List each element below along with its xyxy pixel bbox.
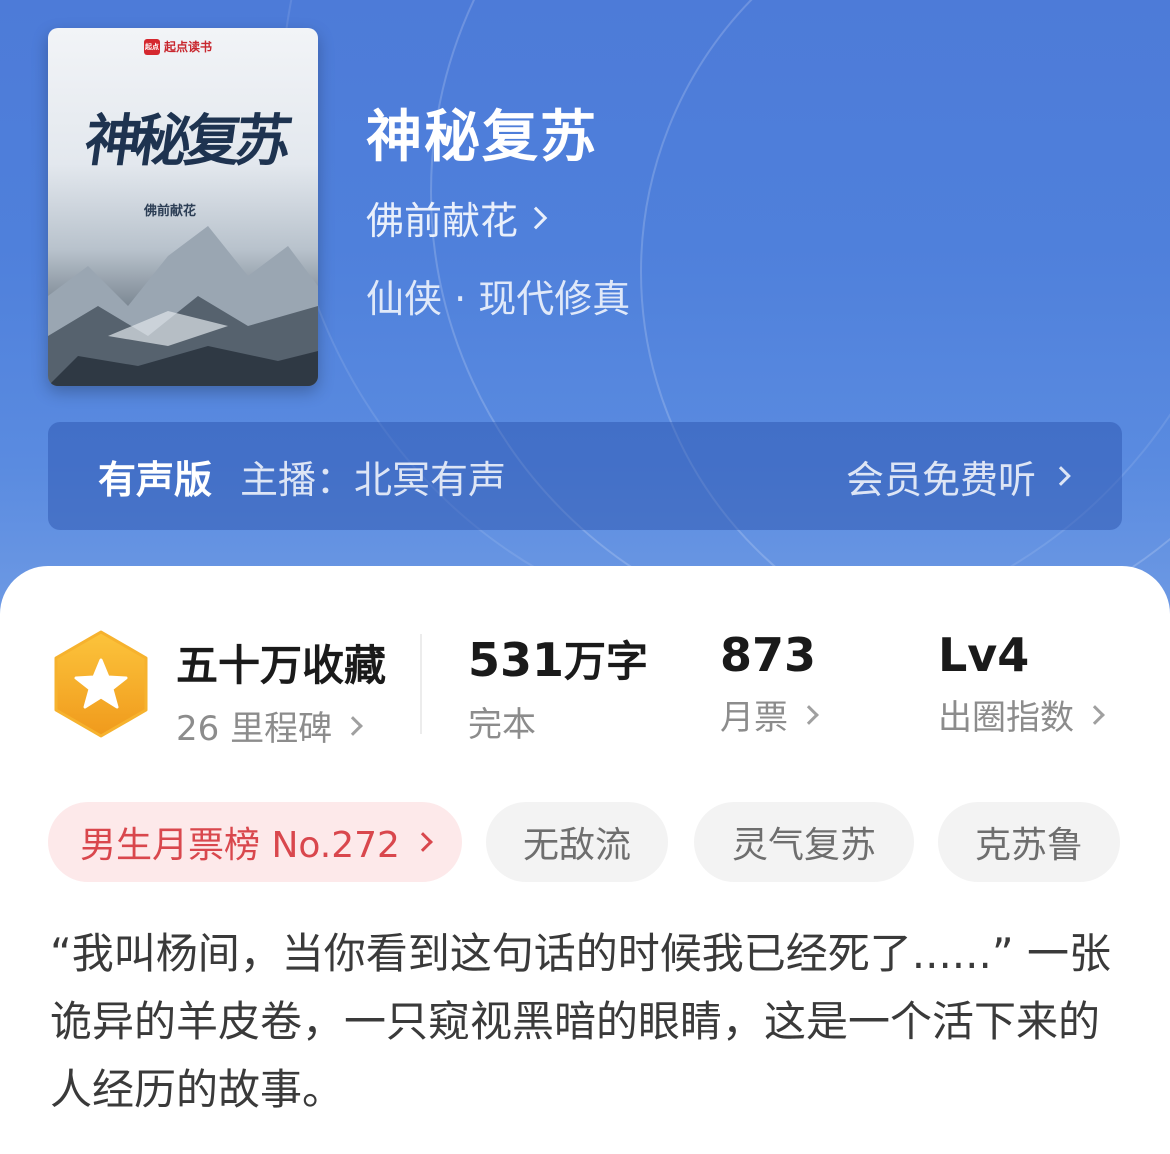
chevron-right-icon: [1051, 466, 1071, 486]
level-value: Lv4: [938, 628, 1030, 682]
cover-brand: 起点 起点读书: [144, 38, 213, 55]
monthly-votes-label: 月票: [720, 698, 788, 738]
milestones-label: 26 里程碑: [176, 709, 333, 749]
favorites-count: 五十万收藏: [176, 641, 387, 690]
monthly-votes-count: 873: [720, 628, 817, 682]
brand-logo-icon: 起点: [144, 38, 160, 55]
tag-spiritual-revival[interactable]: 灵气复苏: [694, 802, 914, 882]
chevron-right-icon: [799, 704, 819, 725]
stat-favorites[interactable]: 五十万收藏 26 里程碑: [176, 632, 386, 750]
book-cover[interactable]: 起点 起点读书 神秘复苏 佛前献花: [48, 28, 318, 386]
audio-label: 有声版: [98, 457, 213, 502]
cover-author: 佛前献花: [144, 204, 197, 219]
author-name: 佛前献花: [366, 199, 519, 243]
genre-label[interactable]: 仙侠 · 现代修真: [366, 268, 630, 323]
chevron-right-icon: [343, 715, 363, 736]
tag-cthulhu[interactable]: 克苏鲁: [938, 802, 1120, 882]
rank-tag[interactable]: 男生月票榜 No.272: [48, 802, 462, 882]
star-badge-icon: [54, 630, 148, 738]
book-title: 神秘复苏: [366, 105, 598, 170]
book-header: 起点 起点读书 神秘复苏 佛前献花 神秘复苏 佛前献花 仙侠 · 现代修真 有声…: [0, 0, 1170, 620]
book-description[interactable]: “我叫杨间，当你看到这句话的时候我已经死了......” 一张诡异的羊皮卷，一只…: [50, 920, 1130, 1124]
stat-monthly-votes[interactable]: 873 月票: [720, 628, 819, 739]
chevron-right-icon: [1085, 704, 1105, 725]
free-listen-label: 会员免费听: [845, 457, 1036, 502]
free-listen-button[interactable]: 会员免费听: [845, 449, 1071, 504]
word-count: 531: [468, 633, 565, 687]
completion-status: 完本: [468, 705, 536, 745]
milestones-link[interactable]: 26 里程碑: [176, 701, 386, 750]
level-label: 出圈指数: [938, 698, 1074, 738]
cover-title: 神秘复苏: [80, 108, 291, 174]
chevron-right-icon: [524, 206, 548, 229]
tag-invincible[interactable]: 无敌流: [486, 802, 668, 882]
stat-level[interactable]: Lv4 出圈指数: [938, 628, 1105, 739]
chevron-right-icon: [413, 832, 433, 852]
rank-label: 男生月票榜 No.272: [80, 825, 400, 866]
author-link[interactable]: 佛前献花: [366, 190, 548, 245]
audio-version-bar[interactable]: 有声版 主播：北冥有声 会员免费听: [48, 422, 1122, 530]
audio-host: 主播：北冥有声: [240, 457, 507, 502]
stat-words: 531万字 完本: [468, 628, 648, 746]
stat-divider: [420, 634, 422, 734]
word-unit: 万字: [564, 637, 649, 686]
